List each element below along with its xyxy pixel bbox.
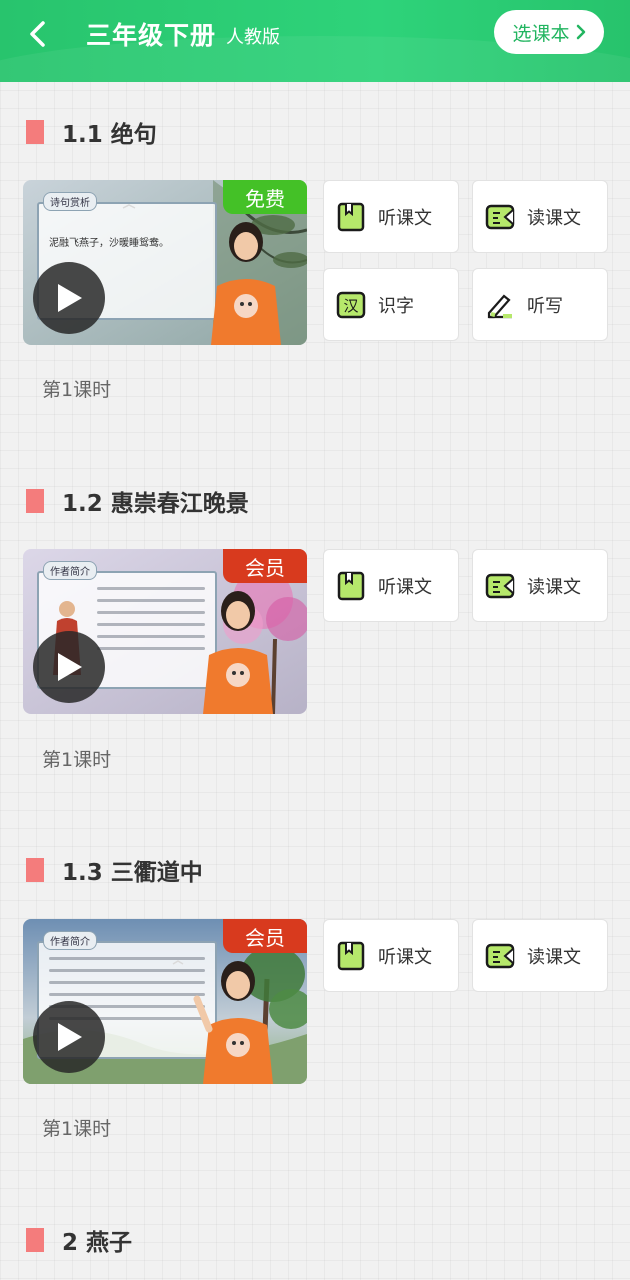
book-icon <box>337 941 365 970</box>
teacher-figure <box>211 222 281 345</box>
section-title: 1.1 绝句 <box>62 122 157 148</box>
section-marker <box>26 1228 44 1252</box>
learn-characters-button[interactable]: 汉 识字 <box>323 268 459 341</box>
tile-label: 识字 <box>378 295 414 317</box>
tile-label: 听课文 <box>378 576 432 598</box>
section-header: 2 燕子 <box>26 1226 133 1256</box>
tile-label: 听课文 <box>378 946 432 968</box>
section-title: 1.3 三衢道中 <box>62 860 203 886</box>
board-text-lines <box>97 587 205 659</box>
select-textbook-label: 选课本 <box>512 22 570 45</box>
play-icon <box>58 653 82 681</box>
tile-label: 读课文 <box>527 207 581 229</box>
tile-label: 听写 <box>527 295 563 317</box>
board-tag: 作者简介 <box>43 561 97 580</box>
lesson-period-link[interactable]: 第1课时 <box>42 745 111 772</box>
section-header: 1.1 绝句 <box>26 118 157 148</box>
edition-label: 人教版 <box>226 27 280 48</box>
read-icon <box>485 573 515 598</box>
section-marker <box>26 120 44 144</box>
tile-label: 读课文 <box>527 946 581 968</box>
pencil-icon <box>487 293 512 318</box>
teacher-figure <box>193 961 273 1084</box>
read-text-button[interactable]: 读课文 <box>472 549 608 622</box>
play-icon <box>58 1023 82 1051</box>
read-text-button[interactable]: 读课文 <box>472 919 608 992</box>
section-marker <box>26 489 44 513</box>
back-button[interactable] <box>18 14 58 54</box>
svg-text:汉: 汉 <box>343 297 358 315</box>
board-text: 泥融飞燕子，沙暖睡鸳鸯。 <box>49 238 169 249</box>
dictation-button[interactable]: 听写 <box>472 268 608 341</box>
lesson-period-link[interactable]: 第1课时 <box>42 1114 111 1141</box>
board-tag: 作者简介 <box>43 931 97 950</box>
select-textbook-button[interactable]: 选课本 <box>494 10 604 54</box>
section-header: 1.2 惠崇春江晚景 <box>26 487 249 517</box>
tile-label: 读课文 <box>527 576 581 598</box>
read-icon <box>485 204 515 229</box>
play-button[interactable] <box>33 262 105 334</box>
chevron-right-icon <box>576 24 585 40</box>
chevron-left-icon <box>30 21 45 47</box>
listen-text-button[interactable]: 听课文 <box>323 919 459 992</box>
play-button[interactable] <box>33 631 105 703</box>
page-title: 三年级下册 <box>86 21 217 50</box>
listen-text-button[interactable]: 听课文 <box>323 180 459 253</box>
video-thumbnail[interactable]: 作者简介 会员 <box>23 549 307 714</box>
video-thumbnail[interactable]: 作者简介 会员 <box>23 919 307 1084</box>
top-bar: 三年级下册 人教版 选课本 <box>0 0 630 82</box>
section-marker <box>26 858 44 882</box>
listen-text-button[interactable]: 听课文 <box>323 549 459 622</box>
character-icon: 汉 <box>336 291 366 318</box>
book-icon <box>337 571 365 600</box>
play-button[interactable] <box>33 1001 105 1073</box>
free-badge: 免费 <box>223 180 307 214</box>
lesson-period-link[interactable]: 第1课时 <box>42 375 111 402</box>
board-tag: 诗句赏析 <box>43 192 97 211</box>
section-title: 1.2 惠崇春江晚景 <box>62 491 249 517</box>
section-title: 2 燕子 <box>62 1230 133 1256</box>
read-text-button[interactable]: 读课文 <box>472 180 608 253</box>
section-header: 1.3 三衢道中 <box>26 856 203 886</box>
play-icon <box>58 284 82 312</box>
teacher-figure <box>203 591 273 714</box>
member-badge: 会员 <box>223 549 307 583</box>
read-icon <box>485 943 515 968</box>
tile-label: 听课文 <box>378 207 432 229</box>
video-thumbnail[interactable]: 诗句赏析 泥融飞燕子，沙暖睡鸳鸯。 免费 <box>23 180 307 345</box>
member-badge: 会员 <box>223 919 307 953</box>
book-icon <box>337 202 365 231</box>
